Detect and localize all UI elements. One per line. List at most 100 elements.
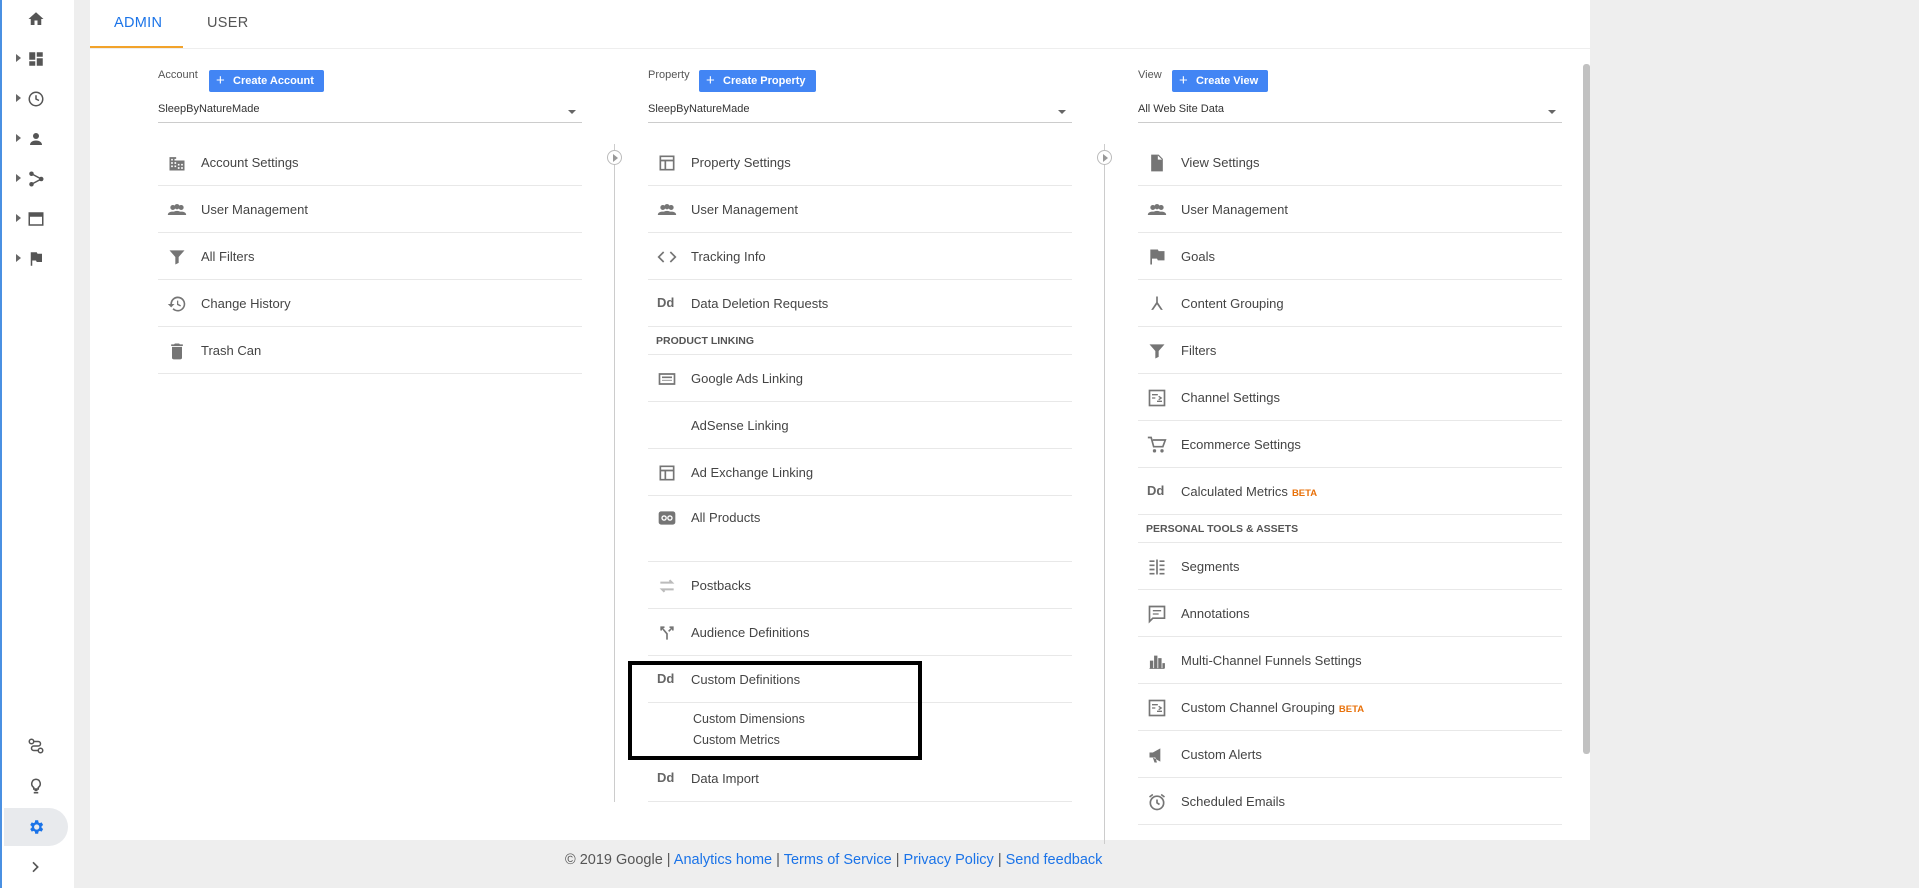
menu-item-postbacks[interactable]: Postbacks [648, 562, 1072, 609]
scrollbar[interactable] [1583, 64, 1590, 754]
menu-item-label: User Management [691, 202, 798, 217]
caret-right-icon [16, 94, 21, 102]
caret-right-icon [16, 254, 21, 262]
nav-expand[interactable] [16, 853, 56, 885]
privacy-link[interactable]: Privacy Policy [904, 852, 994, 868]
analytics-home-link[interactable]: Analytics home [674, 852, 772, 868]
menu-item-trash-can[interactable]: Trash Can [158, 327, 582, 374]
send-feedback-link[interactable]: Send feedback [1006, 852, 1103, 868]
grouping-icon [1151, 296, 1163, 310]
menu-item-goals[interactable]: Goals [1138, 233, 1562, 280]
property-label: Property [648, 69, 690, 81]
menu-item-custom-alerts[interactable]: Custom Alerts [1138, 731, 1562, 778]
nav-discover[interactable] [16, 771, 56, 803]
menu-item-view-settings[interactable]: View Settings [1138, 139, 1562, 186]
people-icon [657, 204, 677, 215]
custom-channel-grouping-text: Custom Channel Grouping [1181, 700, 1335, 715]
nav-conversions[interactable] [16, 244, 56, 276]
nav-realtime[interactable] [16, 84, 56, 116]
menu-item-ad-exchange-linking[interactable]: Ad Exchange Linking [648, 449, 1072, 496]
separator: | [997, 852, 1002, 868]
megaphone-icon [1149, 748, 1161, 763]
view-select[interactable]: All Web Site Data [1138, 101, 1562, 123]
terms-link[interactable]: Terms of Service [784, 852, 892, 868]
arrow-circle-icon [1097, 150, 1112, 165]
section-product-linking: PRODUCT LINKING [648, 327, 1072, 355]
menu-item-user-management[interactable]: User Management [648, 186, 1072, 233]
nav-behavior[interactable] [16, 204, 56, 236]
nav-home[interactable] [16, 4, 56, 36]
home-icon [28, 12, 44, 25]
menu-item-google-ads-linking[interactable]: Google Ads Linking [648, 355, 1072, 402]
create-view-button[interactable]: + Create View [1172, 70, 1269, 92]
view-column: View + Create View All Web Site Data Vie… [1138, 49, 1562, 839]
document-icon [1151, 154, 1163, 172]
menu-item-data-deletion-requests[interactable]: Dd Data Deletion Requests [648, 280, 1072, 327]
menu-item-scheduled-emails[interactable]: Scheduled Emails [1138, 778, 1562, 825]
menu-item-property-settings[interactable]: Property Settings [648, 139, 1072, 186]
dd-icon: Dd [1147, 483, 1165, 498]
menu-item-channel-settings[interactable]: Channel Settings [1138, 374, 1562, 421]
property-select-value: SleepByNatureMade [648, 103, 750, 115]
menu-item-label: Postbacks [691, 578, 751, 593]
column-divider [1104, 144, 1105, 844]
tab-bar: ADMIN USER [90, 0, 1590, 48]
people-icon [1147, 204, 1167, 215]
create-property-button[interactable]: + Create Property [699, 70, 816, 92]
nav-customization[interactable] [16, 44, 56, 76]
menu-item-user-management[interactable]: User Management [1138, 186, 1562, 233]
menu-item-adsense-linking[interactable]: AdSense Linking [648, 402, 1072, 449]
menu-item-annotations[interactable]: Annotations [1138, 590, 1562, 637]
conversions-flag-icon [30, 252, 42, 266]
menu-item-filters[interactable]: Filters [1138, 327, 1562, 374]
menu-item-content-grouping[interactable]: Content Grouping [1138, 280, 1562, 327]
view-menu: View Settings User Management Goals Cont… [1138, 139, 1562, 825]
menu-item-label: Multi-Channel Funnels Settings [1181, 653, 1362, 668]
filter-icon [169, 250, 185, 265]
menu-item-label: Account Settings [201, 155, 299, 170]
menu-item-label: Content Grouping [1181, 296, 1284, 311]
nav-admin[interactable] [4, 808, 68, 846]
menu-item-segments[interactable]: Segments [1138, 543, 1562, 590]
customization-icon [29, 52, 43, 66]
nav-acquisition[interactable] [16, 164, 56, 196]
column-divider [614, 144, 615, 802]
menu-item-user-management[interactable]: User Management [158, 186, 582, 233]
create-account-button[interactable]: + Create Account [209, 70, 324, 92]
menu-item-label: Annotations [1181, 606, 1250, 621]
menu-item-label: Goals [1181, 249, 1215, 264]
expand-chevron-icon [32, 861, 39, 873]
menu-item-label: All Products [691, 510, 761, 525]
property-select[interactable]: SleepByNatureMade [648, 101, 1072, 123]
bar-chart-icon [1149, 655, 1165, 669]
discover-lightbulb-icon [30, 778, 42, 794]
menu-item-label: Scheduled Emails [1181, 794, 1286, 809]
menu-item-all-products[interactable]: All Products [648, 496, 1072, 562]
menu-item-custom-channel-grouping[interactable]: Custom Channel Grouping BETA [1138, 684, 1562, 731]
menu-item-ecommerce-settings[interactable]: Ecommerce Settings [1138, 421, 1562, 468]
menu-item-account-settings[interactable]: Account Settings [158, 139, 582, 186]
caret-right-icon [16, 174, 21, 182]
tab-admin[interactable]: ADMIN [114, 15, 162, 31]
code-icon [657, 251, 677, 263]
menu-item-all-filters[interactable]: All Filters [158, 233, 582, 280]
menu-item-label: Calculated Metrics BETA [1181, 484, 1317, 499]
menu-item-audience-definitions[interactable]: Audience Definitions [648, 609, 1072, 656]
menu-item-calculated-metrics[interactable]: Dd Calculated Metrics BETA [1138, 468, 1562, 515]
menu-item-label: All Filters [201, 249, 255, 264]
account-select[interactable]: SleepByNatureMade [158, 101, 582, 123]
dropdown-arrow-icon [1548, 110, 1556, 114]
nav-audience[interactable] [16, 124, 56, 156]
menu-item-mcf-settings[interactable]: Multi-Channel Funnels Settings [1138, 637, 1562, 684]
menu-item-data-import[interactable]: Dd Data Import [648, 755, 1072, 802]
ads-icon [658, 373, 676, 385]
menu-item-change-history[interactable]: Change History [158, 280, 582, 327]
history-icon [167, 296, 186, 312]
create-account-label: Create Account [233, 75, 314, 87]
menu-item-label: Custom Channel Grouping BETA [1181, 700, 1364, 715]
menu-item-tracking-info[interactable]: Tracking Info [648, 233, 1072, 280]
menu-item-label: User Management [1181, 202, 1288, 217]
tab-user[interactable]: USER [207, 15, 249, 31]
beta-badge: BETA [1338, 704, 1365, 715]
nav-attribution[interactable] [16, 731, 56, 763]
